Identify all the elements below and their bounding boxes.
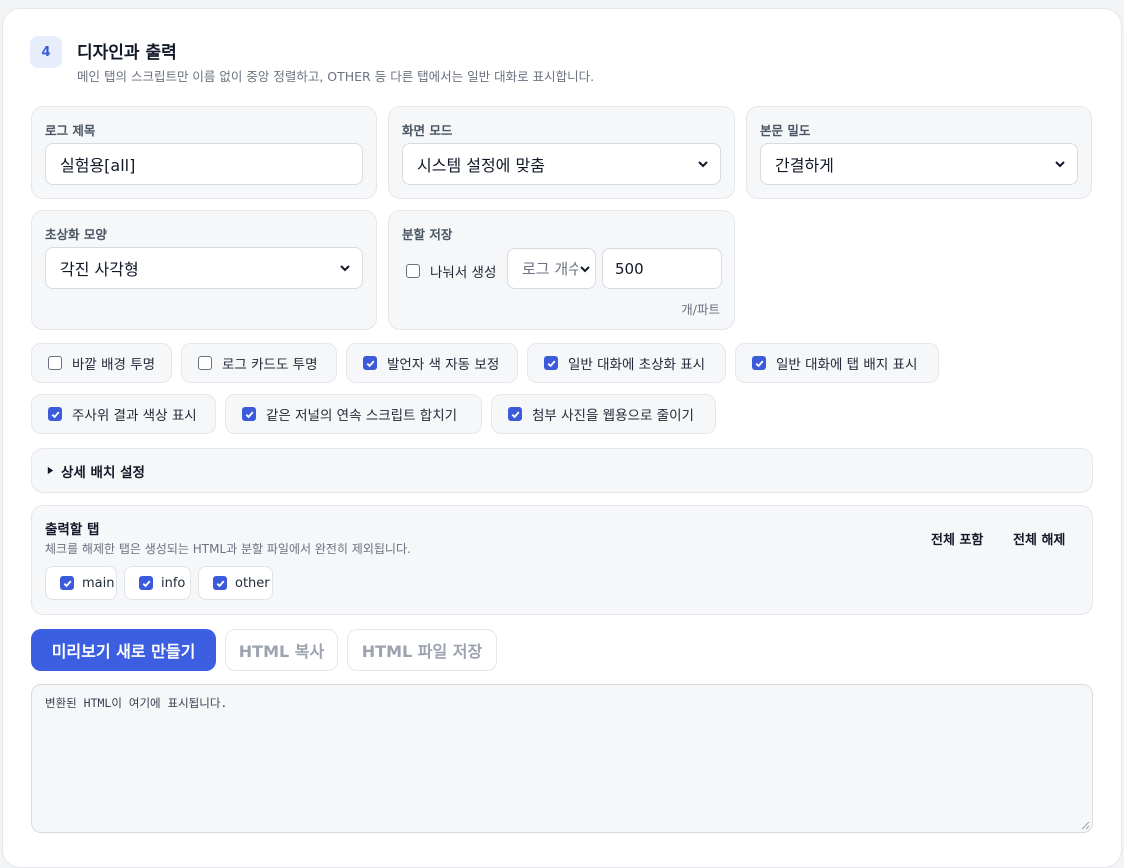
- screen-mode-value: 시스템 설정에 맞춤: [417, 156, 545, 175]
- option-shrink-attachments[interactable]: 첨부 사진을 웹용으로 줄이기: [491, 394, 716, 434]
- option-label: 일반 대화에 탭 배지 표시: [776, 357, 918, 373]
- checkbox-box[interactable]: [139, 576, 153, 590]
- html-output-textarea[interactable]: 변환된 HTML이 여기에 표시됩니다.: [31, 684, 1093, 833]
- output-placeholder: 변환된 HTML이 여기에 표시됩니다.: [45, 696, 228, 710]
- output-tabs-panel: [31, 505, 1093, 615]
- step-number-badge: 4: [30, 36, 62, 68]
- tab-chip-label: info: [161, 575, 186, 591]
- option-label: 로그 카드도 투명: [222, 357, 318, 373]
- tab-chip-label: main: [82, 575, 115, 591]
- body-density-panel: 본문 밀도 간결하게: [746, 106, 1092, 199]
- section-title: 디자인과 출력: [77, 43, 177, 63]
- check-icon: [245, 411, 253, 418]
- check-icon: [63, 580, 71, 587]
- tab-chip-other[interactable]: other: [198, 566, 273, 600]
- option-label: 일반 대화에 초상화 표시: [568, 357, 706, 373]
- avatar-shape-panel: 초상화 모양 각진 사각형: [31, 210, 377, 330]
- screen-mode-label: 화면 모드: [402, 123, 453, 138]
- option-merge-consecutive-scripts[interactable]: 같은 저널의 연속 스크립트 합치기: [225, 394, 482, 434]
- split-save-panel: 분할 저장 나눠서 생성 로그 개수 500 개/파트: [388, 210, 735, 330]
- split-count-input[interactable]: 500: [602, 248, 722, 289]
- checkbox-box[interactable]: [213, 576, 227, 590]
- checkbox-box[interactable]: [544, 356, 558, 370]
- body-density-select[interactable]: 간결하게: [760, 143, 1078, 185]
- checkbox-box[interactable]: [242, 407, 256, 421]
- output-tabs-description: 체크를 해제한 탭은 생성되는 HTML과 분할 파일에서 완전히 제외됩니다.: [45, 542, 411, 556]
- body-density-label: 본문 밀도: [760, 123, 811, 138]
- chevron-down-icon: [1055, 161, 1065, 168]
- refresh-preview-button[interactable]: 미리보기 새로 만들기: [31, 629, 216, 671]
- option-label: 주사위 결과 색상 표시: [72, 408, 197, 424]
- tab-chip-info[interactable]: info: [124, 566, 191, 600]
- log-title-panel: 로그 제목 실험용[all]: [31, 106, 377, 199]
- log-title-label: 로그 제목: [45, 123, 96, 138]
- option-label: 같은 저널의 연속 스크립트 합치기: [266, 408, 458, 424]
- option-dice-result-color[interactable]: 주사위 결과 색상 표시: [31, 394, 216, 434]
- save-html-file-button[interactable]: HTML 파일 저장: [347, 629, 497, 671]
- checkbox-box[interactable]: [406, 264, 420, 278]
- caret-right-icon: [47, 466, 54, 475]
- checkbox-box[interactable]: [48, 356, 62, 370]
- checkbox-box[interactable]: [198, 356, 212, 370]
- split-save-label: 분할 저장: [402, 227, 453, 242]
- deselect-all-tabs-button[interactable]: 전체 해제: [1013, 529, 1065, 548]
- chevron-down-icon: [340, 265, 350, 272]
- split-generate-checkbox[interactable]: 나눠서 생성: [406, 261, 496, 281]
- check-icon: [511, 411, 519, 418]
- option-label: 바깥 배경 투명: [72, 357, 156, 373]
- advanced-label: 상세 배치 설정: [61, 464, 145, 481]
- avatar-shape-label: 초상화 모양: [45, 227, 107, 242]
- checkbox-box[interactable]: [508, 407, 522, 421]
- screen-mode-select[interactable]: 시스템 설정에 맞춤: [402, 143, 721, 185]
- option-speaker-color-correct[interactable]: 발언자 색 자동 보정: [346, 343, 518, 383]
- check-icon: [755, 360, 763, 367]
- screen-mode-panel: 화면 모드 시스템 설정에 맞춤: [388, 106, 735, 199]
- split-unit-select[interactable]: 로그 개수: [507, 248, 596, 289]
- option-show-avatar-normal[interactable]: 일반 대화에 초상화 표시: [527, 343, 726, 383]
- checkbox-box[interactable]: [363, 356, 377, 370]
- checkbox-box[interactable]: [48, 407, 62, 421]
- option-label: 첨부 사진을 웹용으로 줄이기: [532, 408, 694, 424]
- section-description: 메인 탭의 스크립트만 이름 없이 중앙 정렬하고, OTHER 등 다른 탭에…: [77, 69, 595, 84]
- tab-chip-main[interactable]: main: [45, 566, 117, 600]
- chevron-down-icon: [698, 161, 708, 168]
- tab-chip-label: other: [235, 575, 270, 591]
- check-icon: [366, 360, 374, 367]
- option-label: 발언자 색 자동 보정: [387, 357, 500, 373]
- checkbox-box[interactable]: [752, 356, 766, 370]
- option-transparent-outer-bg[interactable]: 바깥 배경 투명: [31, 343, 172, 383]
- split-generate-label: 나눠서 생성: [430, 265, 497, 281]
- check-icon: [142, 580, 150, 587]
- split-count-suffix: 개/파트: [681, 302, 720, 317]
- log-title-input[interactable]: 실험용[all]: [45, 143, 363, 185]
- avatar-shape-value: 각진 사각형: [60, 260, 139, 279]
- output-tabs-title: 출력할 탭: [45, 522, 100, 538]
- advanced-layout-toggle[interactable]: 상세 배치 설정: [31, 448, 1093, 493]
- select-all-tabs-button[interactable]: 전체 포함: [931, 529, 983, 548]
- body-density-value: 간결하게: [775, 156, 834, 175]
- checkbox-box[interactable]: [60, 576, 74, 590]
- option-show-tab-badge-normal[interactable]: 일반 대화에 탭 배지 표시: [735, 343, 939, 383]
- chevron-down-icon: [578, 262, 592, 276]
- check-icon: [547, 360, 555, 367]
- copy-html-button[interactable]: HTML 복사: [225, 629, 338, 671]
- split-unit-value: 로그 개수: [522, 260, 582, 278]
- avatar-shape-select[interactable]: 각진 사각형: [45, 247, 363, 289]
- option-transparent-log-card[interactable]: 로그 카드도 투명: [181, 343, 337, 383]
- resize-handle-icon[interactable]: [1080, 820, 1090, 830]
- check-icon: [51, 411, 59, 418]
- check-icon: [216, 580, 224, 587]
